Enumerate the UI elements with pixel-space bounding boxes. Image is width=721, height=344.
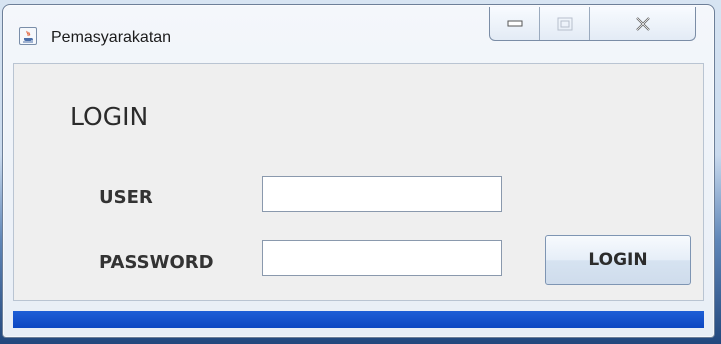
maximize-button[interactable] (540, 7, 590, 40)
login-panel: LOGIN USER PASSWORD LOGIN (13, 63, 704, 301)
login-button[interactable]: LOGIN (545, 235, 691, 285)
title-bar[interactable]: Pemasyarakatan (3, 5, 714, 61)
minimize-icon (507, 20, 522, 26)
window-title: Pemasyarakatan (51, 29, 172, 46)
minimize-button[interactable] (490, 7, 540, 40)
user-input[interactable] (262, 176, 502, 212)
user-label: USER (99, 187, 153, 208)
close-button[interactable] (590, 7, 695, 40)
login-window: Pemasyarakatan LOGIN USER PASSWORD LOGIN (2, 4, 715, 338)
window-controls (489, 7, 696, 41)
password-label: PASSWORD (99, 252, 214, 273)
login-heading: LOGIN (70, 102, 149, 131)
maximize-icon (557, 17, 572, 30)
password-input[interactable] (262, 240, 502, 276)
java-cup-icon[interactable] (19, 27, 37, 45)
status-bar (13, 311, 704, 328)
close-icon (636, 16, 650, 31)
